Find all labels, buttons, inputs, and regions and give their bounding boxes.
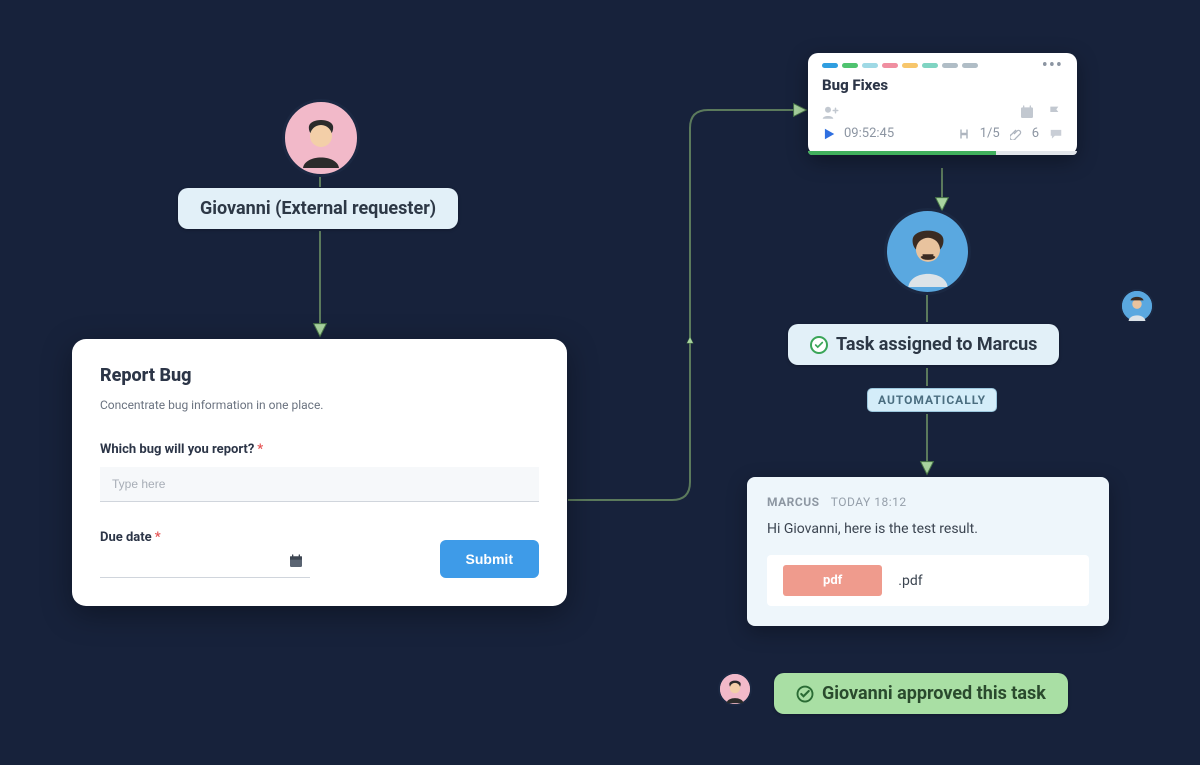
submit-button[interactable]: Submit [440,540,539,578]
message-attachment[interactable]: pdf .pdf [767,555,1089,606]
calendar-icon [288,553,304,569]
due-date-label: Due date* [100,530,310,545]
message-body: Hi Giovanni, here is the test result. [767,521,1089,537]
required-marker: * [257,442,263,457]
flag-icon[interactable] [1047,104,1063,120]
play-icon[interactable] [822,127,836,141]
attachment-ext: .pdf [898,573,922,589]
task-status-segments [822,63,978,68]
more-icon[interactable]: ••• [1042,63,1063,68]
requester-avatar [282,99,360,177]
message-meta: MARCUS TODAY 18:12 [767,495,1089,509]
approval-pill: Giovanni approved this task [774,673,1068,714]
form-title: Report Bug [100,365,539,386]
person-icon [720,674,750,704]
requester-pill-text: Giovanni (External requester) [200,198,436,219]
person-icon [1122,291,1152,321]
pdf-chip: pdf [783,565,882,596]
task-card[interactable]: ••• Bug Fixes 09:52:45 1/5 [808,53,1077,155]
due-date-input[interactable] [100,545,310,578]
task-progress-bar [808,151,1077,155]
message-author: MARCUS [767,495,820,509]
bug-description-input[interactable] [100,467,539,502]
attachment-icon [1010,128,1022,140]
requester-pill: Giovanni (External requester) [178,188,458,229]
automatically-tag: AUTOMATICALLY [867,388,997,412]
form-subtitle: Concentrate bug information in one place… [100,398,539,412]
assigned-pill-text: Task assigned to Marcus [836,334,1037,355]
subtasks-icon [958,128,970,140]
attachment-count: 6 [1032,126,1039,141]
assigned-pill: Task assigned to Marcus [788,324,1059,365]
question-bug-label: Which bug will you report?* [100,442,539,457]
required-marker: * [155,530,161,545]
subtasks-count: 1/5 [980,126,1000,141]
check-circle-icon [796,685,814,703]
task-timer: 09:52:45 [844,126,894,141]
comment-icon [1049,128,1063,140]
person-icon [289,106,353,170]
requester-mini-avatar [718,672,752,706]
task-title: Bug Fixes [808,68,1077,100]
assignee-avatar [884,208,971,295]
message-time: TODAY 18:12 [831,495,907,509]
assignee-add-icon[interactable] [822,104,840,120]
person-icon [893,217,963,287]
check-circle-icon [810,336,828,354]
approval-pill-text: Giovanni approved this task [822,683,1046,704]
date-icon[interactable] [1019,104,1035,120]
message-card: MARCUS TODAY 18:12 Hi Giovanni, here is … [747,477,1109,626]
report-bug-form: Report Bug Concentrate bug information i… [72,339,567,606]
assignee-mini-avatar [1120,289,1154,323]
